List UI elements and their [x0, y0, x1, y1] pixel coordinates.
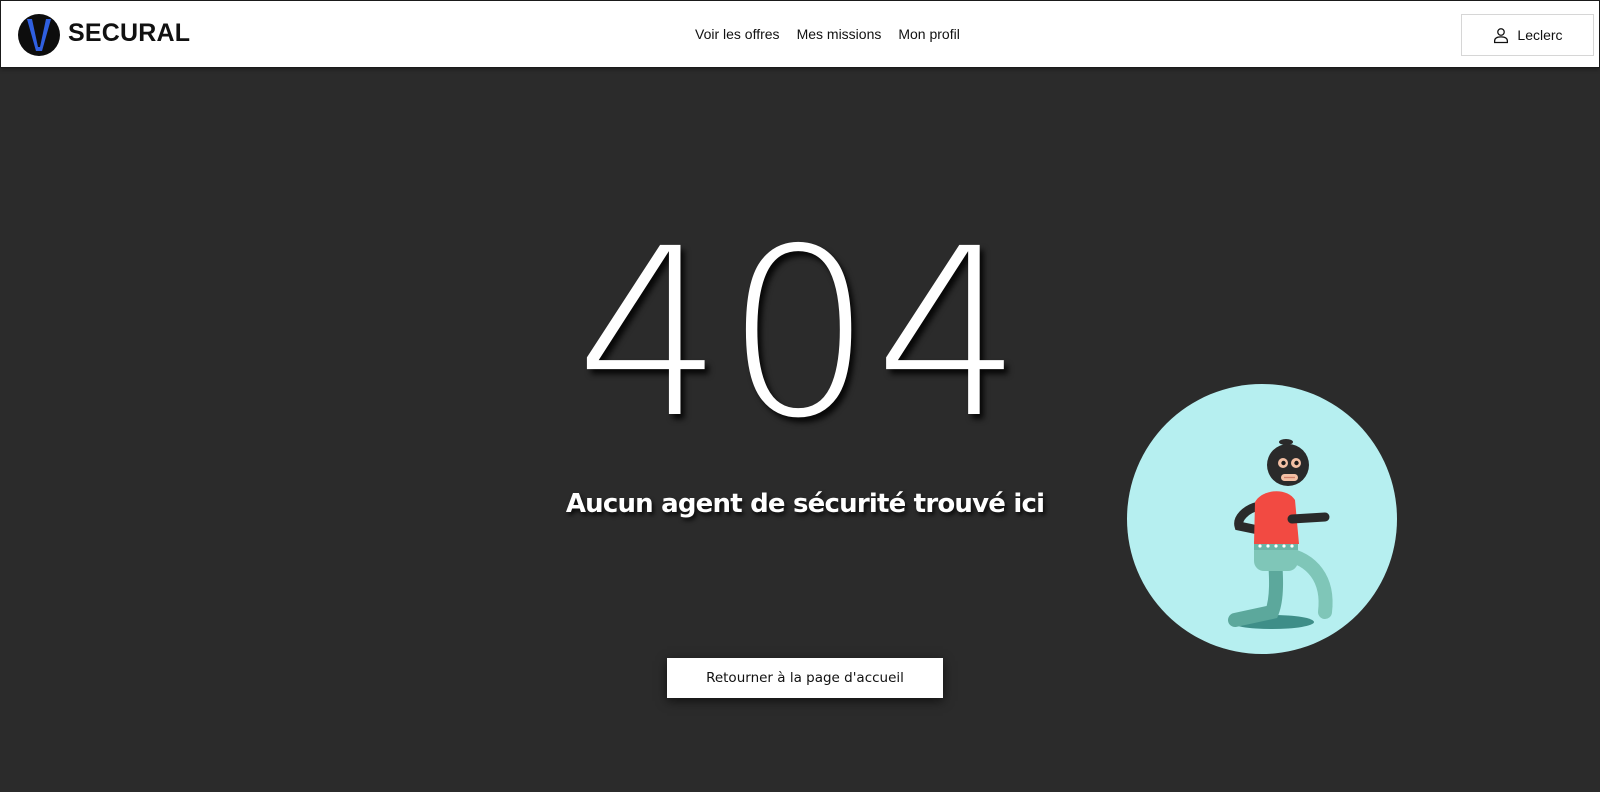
back-home-button[interactable]: Retourner à la page d'accueil — [667, 658, 943, 698]
masked-burglar-running-illustration — [1127, 384, 1397, 654]
user-account-button[interactable]: Leclerc — [1461, 14, 1594, 56]
top-navbar: SECURAL Voir les offres Mes missions Mon… — [0, 0, 1600, 68]
error-message: Aucun agent de sécurité trouvé ici — [565, 489, 1045, 519]
secural-logo-icon[interactable] — [17, 13, 61, 57]
brand-name[interactable]: SECURAL — [68, 19, 190, 48]
user-icon — [1494, 28, 1509, 44]
nav-link-missions[interactable]: Mes missions — [797, 26, 882, 42]
main-nav: Voir les offres Mes missions Mon profil — [695, 26, 960, 42]
nav-link-profile[interactable]: Mon profil — [898, 26, 959, 42]
nav-link-offers[interactable]: Voir les offres — [695, 26, 780, 42]
user-name: Leclerc — [1517, 27, 1563, 43]
error-code: 404 — [575, 199, 1025, 469]
